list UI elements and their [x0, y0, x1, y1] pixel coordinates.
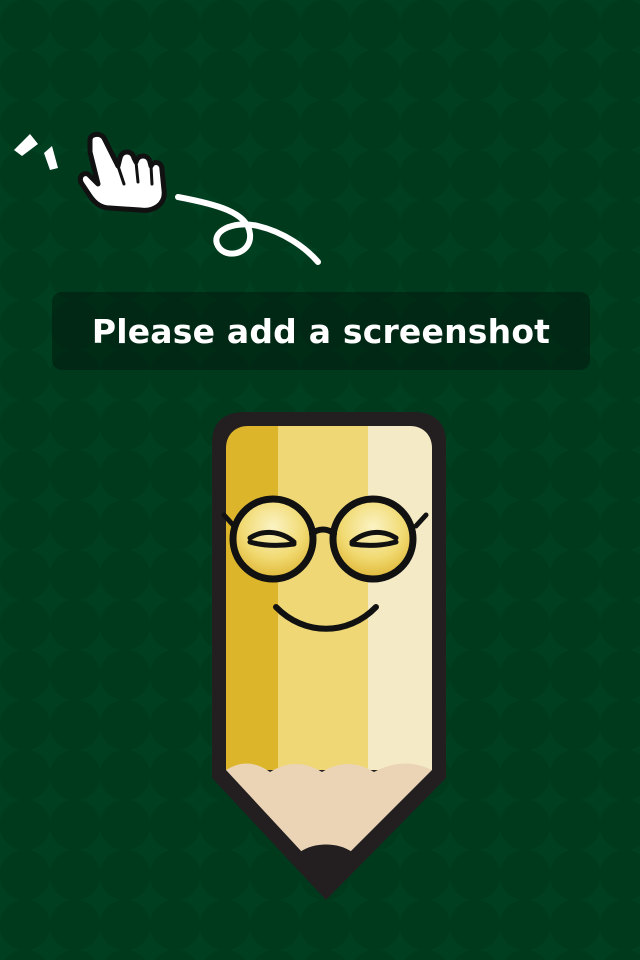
- screen: { "banner": { "message": "Please add a s…: [0, 0, 640, 960]
- message-banner: Please add a screenshot: [52, 292, 590, 370]
- tap-hint: [14, 131, 321, 265]
- banner-message: Please add a screenshot: [91, 311, 551, 351]
- swirl-arrow-icon: [175, 194, 321, 265]
- pencil-body: [226, 426, 432, 770]
- tap-hand-icon: [77, 131, 167, 213]
- pencil-mascot-icon: [212, 412, 446, 900]
- tap-motion-marks: [14, 134, 58, 170]
